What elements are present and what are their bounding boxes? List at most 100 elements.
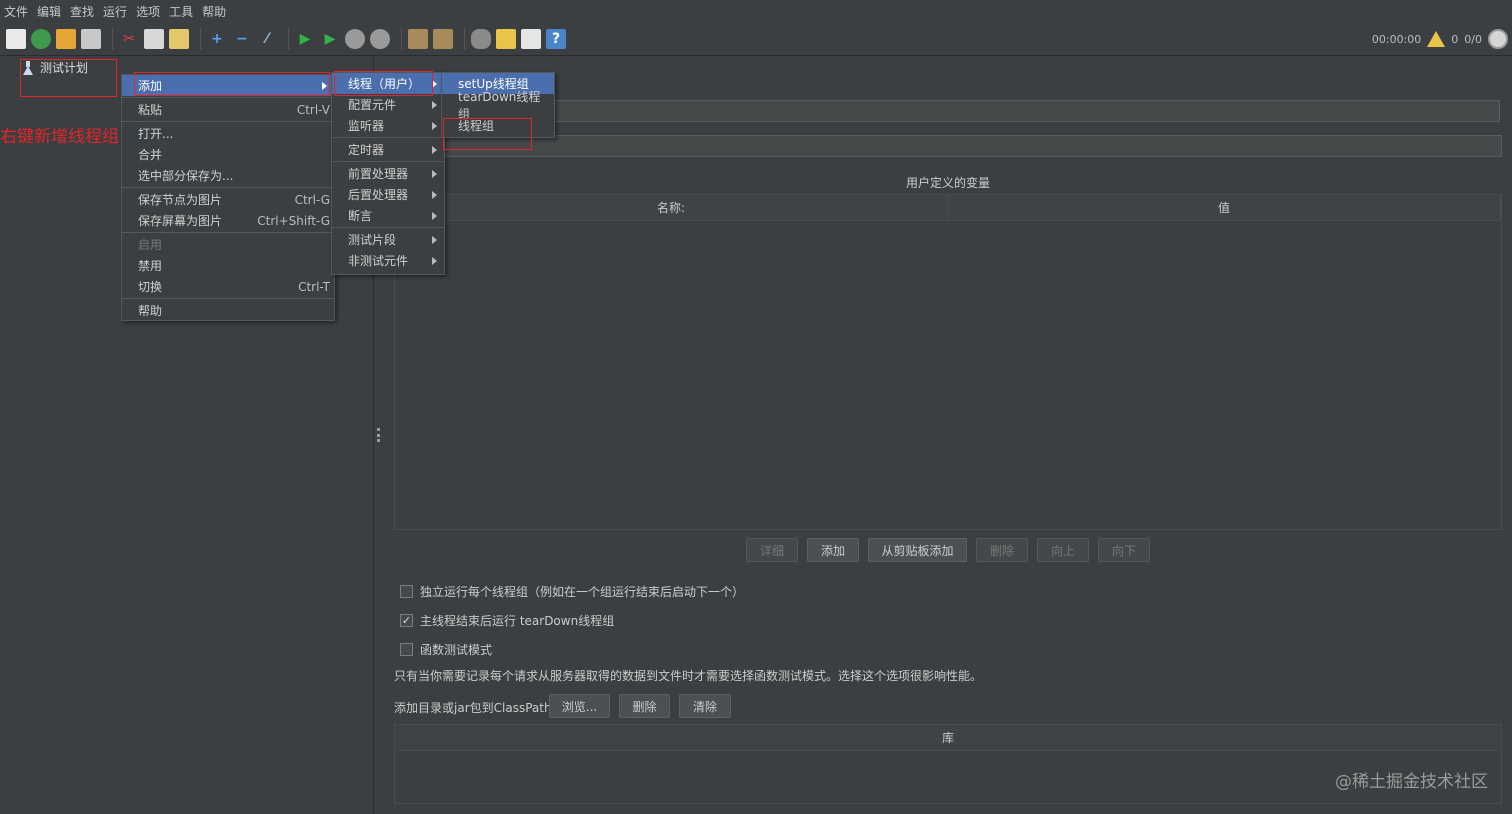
user-variables-table[interactable]: 名称: 值: [394, 194, 1502, 530]
checkbox-label: 主线程结束后运行 tearDown线程组: [420, 614, 615, 628]
menu-item-merge[interactable]: 合并: [122, 144, 334, 165]
menu-separator: [122, 121, 334, 122]
expand-icon[interactable]: +: [207, 29, 227, 49]
comments-field[interactable]: [392, 135, 1502, 157]
submenu-item-teardown-thread-group[interactable]: tearDown线程组: [442, 90, 554, 121]
detail-button[interactable]: 详细: [746, 538, 798, 562]
menu-tools[interactable]: 工具: [169, 3, 193, 20]
table-header: 名称: 值: [395, 195, 1501, 221]
template-icon[interactable]: [31, 28, 51, 49]
cut-icon[interactable]: ✂: [119, 29, 139, 49]
watermark: @稀土掘金技术社区: [1335, 772, 1488, 792]
functional-test-mode-option[interactable]: 函数测试模式: [400, 641, 492, 658]
submenu-item-test-fragment[interactable]: 测试片段: [332, 229, 444, 250]
menu-item-save-node-image[interactable]: 保存节点为图片 Ctrl-G: [122, 189, 334, 210]
menu-item-label: 启用: [138, 238, 163, 252]
toolbar-separator: [112, 27, 113, 50]
menu-separator: [332, 161, 444, 162]
menu-item-label: 打开...: [138, 127, 174, 141]
menu-separator: [122, 187, 334, 188]
menu-item-help[interactable]: 帮助: [122, 300, 334, 321]
menu-item-label: 保存节点为图片: [138, 193, 223, 207]
menu-separator: [122, 232, 334, 233]
open-icon[interactable]: [56, 28, 76, 49]
shortcut-label: Ctrl-G: [294, 192, 330, 207]
menu-search[interactable]: 查找: [70, 3, 94, 20]
save-icon[interactable]: [81, 28, 101, 49]
submenu-item-non-test-element[interactable]: 非测试元件: [332, 250, 444, 271]
submenu-item-config-element[interactable]: 配置元件: [332, 94, 444, 115]
add-button[interactable]: 添加: [807, 538, 859, 562]
library-table[interactable]: 库: [394, 724, 1502, 804]
start-no-pause-icon[interactable]: ▶: [320, 29, 340, 49]
help-icon[interactable]: ?: [546, 28, 566, 49]
independent-thread-groups-option[interactable]: 独立运行每个线程组（例如在一个组运行结束后启动下一个）: [400, 583, 744, 600]
submenu-item-post-processor[interactable]: 后置处理器: [332, 184, 444, 205]
clear-all-icon[interactable]: [433, 28, 453, 49]
classpath-delete-button[interactable]: 删除: [619, 694, 670, 718]
teardown-on-shutdown-option[interactable]: ✓ 主线程结束后运行 tearDown线程组: [400, 612, 614, 629]
menu-item-label: 配置元件: [348, 98, 397, 112]
library-column-header[interactable]: 库: [395, 725, 1501, 751]
stop-icon[interactable]: [345, 28, 365, 49]
collapse-icon[interactable]: −: [232, 29, 252, 49]
move-down-button[interactable]: 向下: [1098, 538, 1150, 562]
menu-item-toggle[interactable]: 切换 Ctrl-T: [122, 276, 334, 297]
name-field[interactable]: [392, 100, 1500, 122]
add-from-clipboard-button[interactable]: 从剪贴板添加: [868, 538, 967, 562]
toolbar: ✂ + − ⁄ ▶ ▶ ? 00:00:00 0 0/0: [0, 22, 1512, 56]
highlight-box-add: [134, 72, 330, 96]
copy-icon[interactable]: [144, 28, 164, 49]
menu-options[interactable]: 选项: [136, 3, 160, 20]
menu-item-save-selection[interactable]: 选中部分保存为...: [122, 165, 334, 186]
menu-separator: [332, 227, 444, 228]
browse-button[interactable]: 浏览...: [549, 694, 610, 718]
menu-item-open[interactable]: 打开...: [122, 123, 334, 144]
shutdown-icon[interactable]: [370, 28, 390, 49]
new-icon[interactable]: [6, 28, 26, 49]
menu-separator: [122, 97, 334, 98]
toolbar-separator: [464, 27, 465, 50]
menu-item-label: 定时器: [348, 143, 385, 157]
checkbox-checked[interactable]: ✓: [400, 614, 413, 627]
checkbox[interactable]: [400, 585, 413, 598]
reset-search-icon[interactable]: [496, 28, 516, 49]
menu-help[interactable]: 帮助: [202, 3, 226, 20]
menu-run[interactable]: 运行: [103, 3, 127, 20]
submenu-item-pre-processor[interactable]: 前置处理器: [332, 163, 444, 184]
submenu-item-assertion[interactable]: 断言: [332, 205, 444, 226]
checkbox[interactable]: [400, 643, 413, 656]
function-helper-icon[interactable]: [521, 28, 541, 49]
clear-icon[interactable]: [408, 28, 428, 49]
toggle-icon[interactable]: ⁄: [257, 29, 277, 49]
column-name[interactable]: 名称:: [395, 195, 948, 220]
menu-item-label: 合并: [138, 148, 163, 162]
menu-item-label: 非测试元件: [348, 254, 409, 268]
column-value[interactable]: 值: [948, 195, 1501, 220]
menu-file[interactable]: 文件: [4, 3, 28, 20]
menu-item-label: 断言: [348, 209, 373, 223]
highlight-box-threads: [334, 71, 433, 96]
warning-icon[interactable]: [1427, 31, 1446, 47]
move-up-button[interactable]: 向上: [1037, 538, 1089, 562]
menu-item-disable[interactable]: 禁用: [122, 255, 334, 276]
classpath-label: 添加目录或jar包到ClassPath: [394, 701, 552, 715]
menu-item-save-screen-image[interactable]: 保存屏幕为图片 Ctrl+Shift-G: [122, 210, 334, 231]
highlight-box-thread-group: [443, 118, 532, 150]
menu-item-label: 后置处理器: [348, 188, 409, 202]
delete-button[interactable]: 删除: [976, 538, 1028, 562]
search-icon[interactable]: [471, 28, 491, 49]
split-pane-handle[interactable]: [377, 428, 380, 442]
remote-engines-icon[interactable]: [1488, 29, 1508, 49]
submenu-arrow-icon: [432, 257, 437, 265]
menu-item-label: 切换: [138, 280, 163, 294]
classpath-clear-button[interactable]: 清除: [679, 694, 731, 718]
menu-edit[interactable]: 编辑: [37, 3, 61, 20]
shortcut-label: Ctrl+Shift-G: [257, 213, 330, 228]
checkbox-label: 独立运行每个线程组（例如在一个组运行结束后启动下一个）: [420, 585, 745, 599]
menu-item-paste[interactable]: 粘贴 Ctrl-V: [122, 99, 334, 120]
submenu-item-listener[interactable]: 监听器: [332, 115, 444, 136]
start-icon[interactable]: ▶: [295, 29, 315, 49]
submenu-item-timer[interactable]: 定时器: [332, 139, 444, 160]
paste-icon[interactable]: [169, 28, 189, 49]
